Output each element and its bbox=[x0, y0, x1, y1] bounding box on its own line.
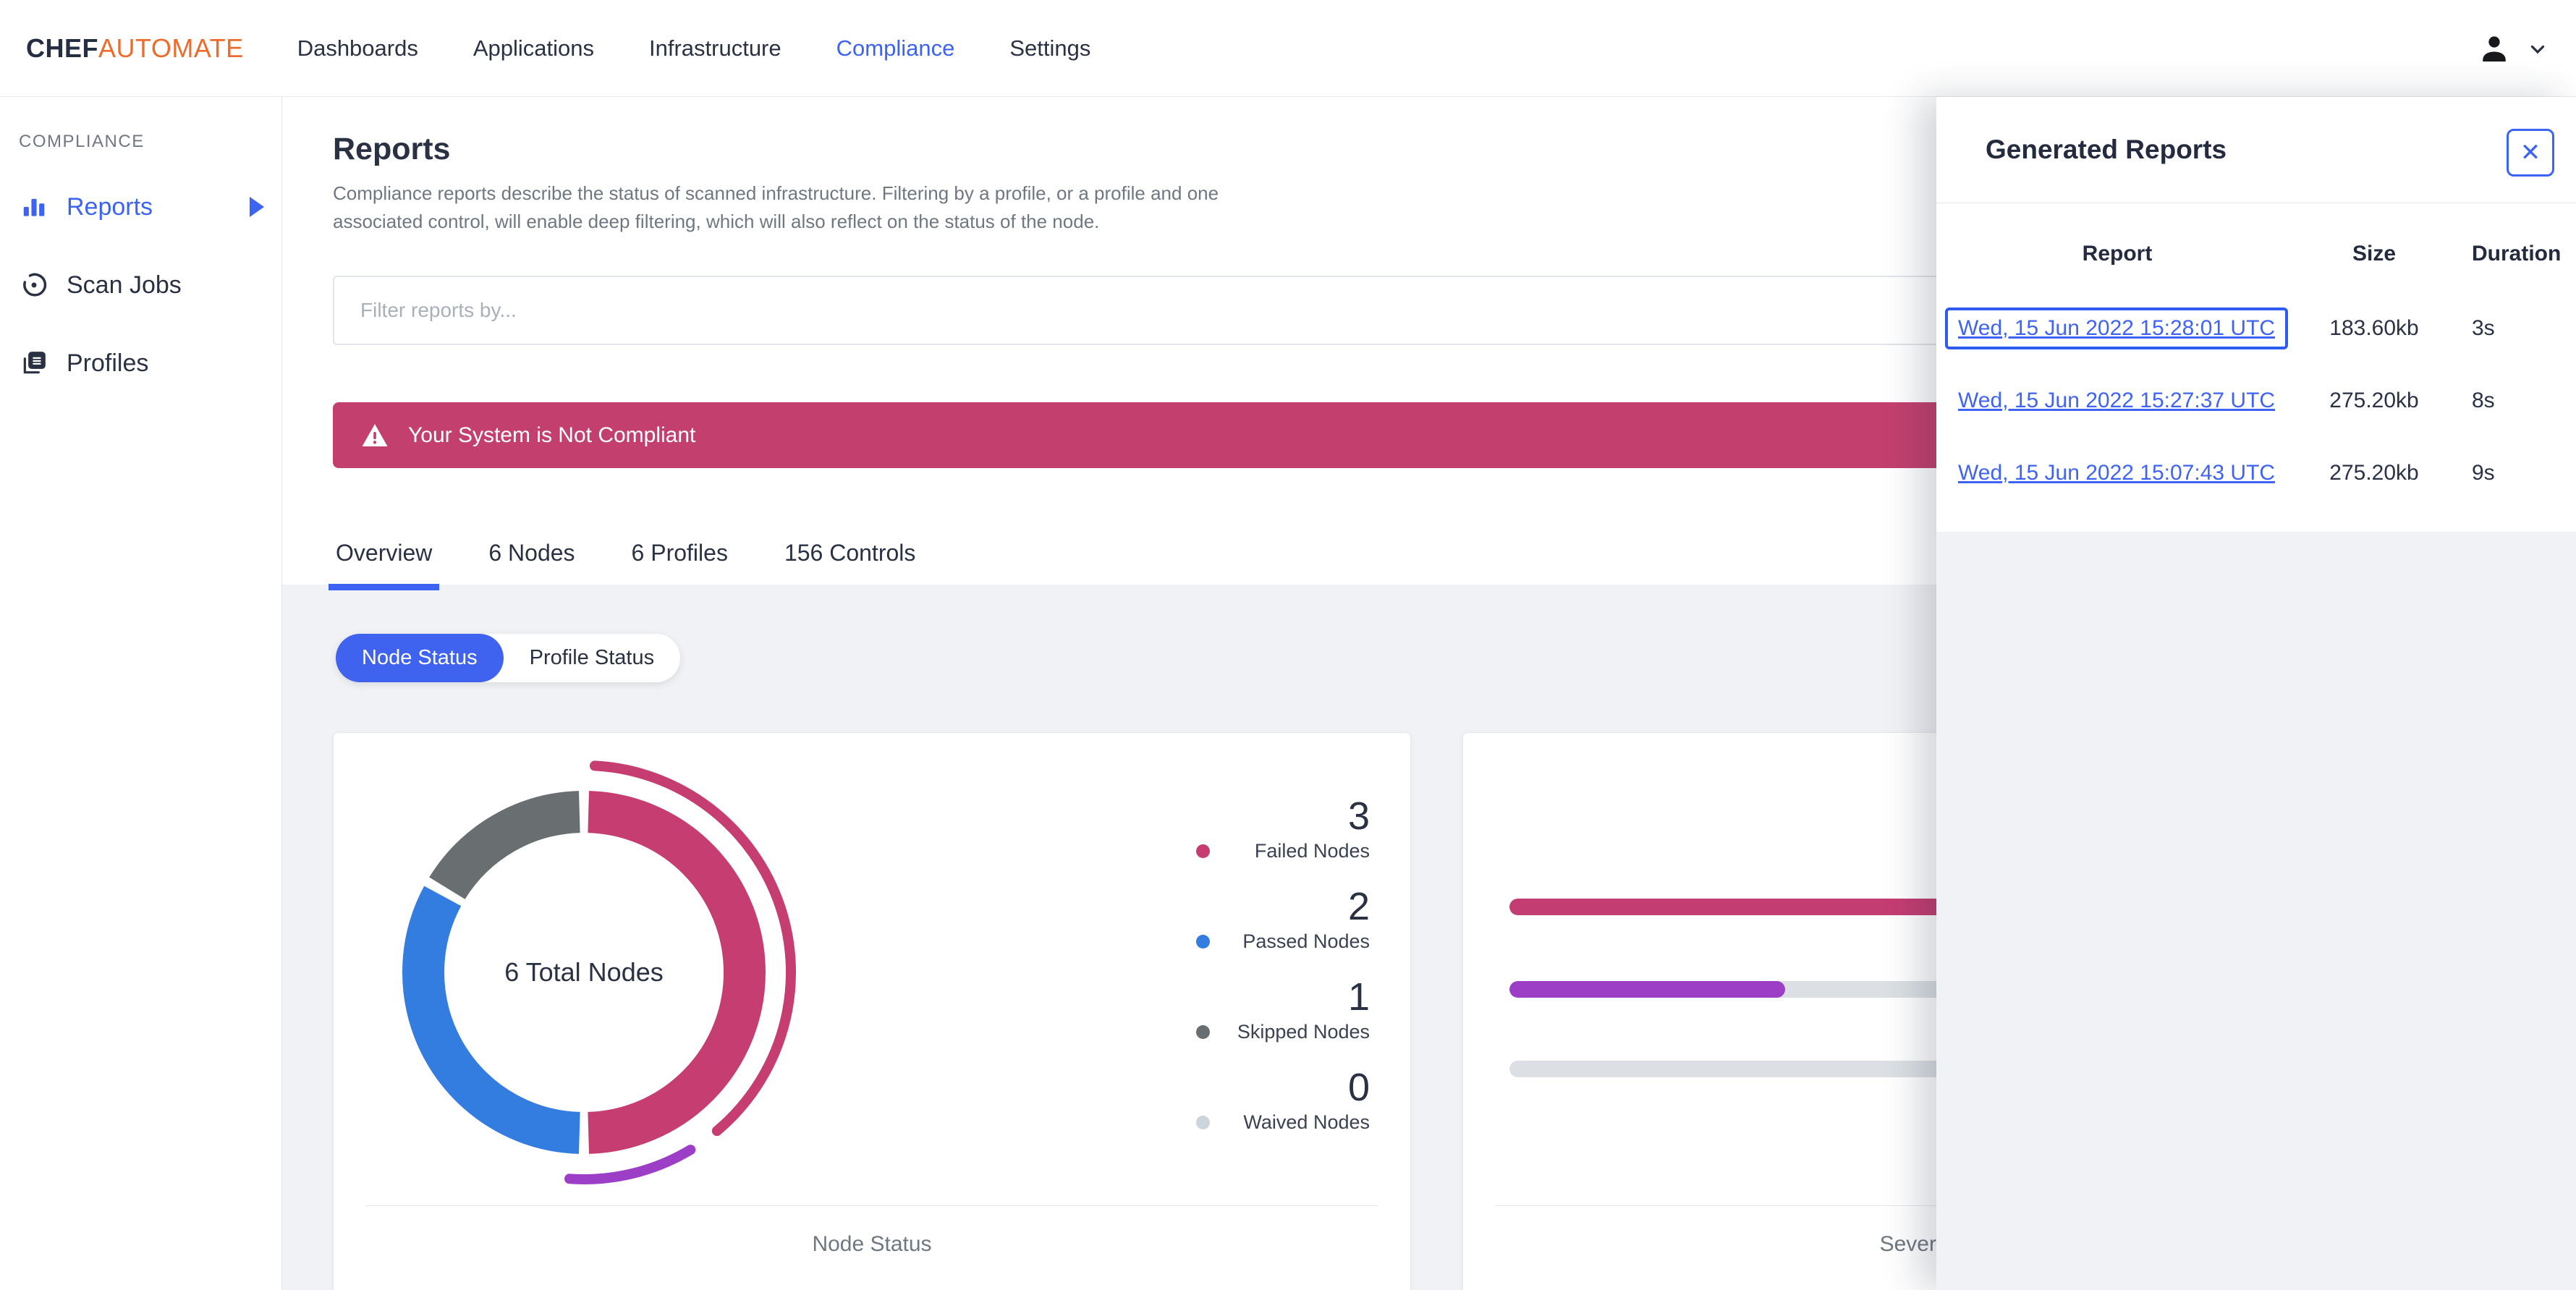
node-status-card: 6 Total Nodes 3 Failed Nodes 2 Passed No… bbox=[333, 732, 1411, 1290]
nav-item-settings[interactable]: Settings bbox=[1009, 35, 1090, 61]
report-duration: 8s bbox=[2472, 389, 2495, 412]
legend-label: Skipped Nodes bbox=[1237, 1021, 1370, 1043]
documents-stack-icon bbox=[20, 349, 48, 377]
nav-item-infrastructure[interactable]: Infrastructure bbox=[649, 35, 781, 61]
skipped-dot-icon bbox=[1196, 1025, 1210, 1039]
chevron-right-icon bbox=[250, 197, 264, 217]
scanner-target-icon bbox=[20, 271, 48, 299]
legend-entry-passed: 2 Passed Nodes bbox=[1195, 886, 1370, 954]
column-header-duration: Duration bbox=[2472, 242, 2562, 266]
report-size: 275.20kb bbox=[2329, 461, 2419, 485]
user-menu[interactable] bbox=[2475, 0, 2549, 97]
nav-item-dashboards[interactable]: Dashboards bbox=[297, 35, 418, 61]
waived-nodes-count: 0 bbox=[1347, 1066, 1370, 1109]
chevron-down-icon[interactable] bbox=[2527, 38, 2549, 59]
legend-entry-skipped: 1 Skipped Nodes bbox=[1195, 976, 1370, 1044]
tab-overview[interactable]: Overview bbox=[328, 531, 440, 590]
table-row: Wed, 15 Jun 2022 15:28:01 UTC 183.60kb 3… bbox=[1936, 292, 2576, 365]
legend-entry-failed: 3 Failed Nodes bbox=[1195, 795, 1370, 863]
sidebar-item-reports[interactable]: Reports bbox=[0, 184, 281, 230]
chef-automate-logo[interactable]: CHEFAUTOMATE bbox=[26, 33, 244, 64]
page-description: Compliance reports describe the status o… bbox=[333, 182, 1219, 232]
report-tabs: Overview 6 Nodes 6 Profiles 156 Controls bbox=[328, 531, 918, 590]
page-title: Reports bbox=[333, 132, 451, 166]
bar-chart-icon bbox=[20, 193, 48, 221]
generated-reports-panel: Generated Reports ✕ Report Size Duration… bbox=[1936, 97, 2576, 1290]
warning-triangle-icon bbox=[360, 421, 389, 450]
legend-label: Waived Nodes bbox=[1243, 1111, 1370, 1133]
waived-dot-icon bbox=[1196, 1116, 1210, 1129]
sidebar-section-label: COMPLIANCE bbox=[19, 132, 145, 151]
node-status-caption: Node Status bbox=[812, 1232, 932, 1256]
reports-table-body: Wed, 15 Jun 2022 15:28:01 UTC 183.60kb 3… bbox=[1936, 292, 2576, 509]
sidebar-item-label: Scan Jobs bbox=[67, 271, 182, 299]
sidebar-item-label: Profiles bbox=[67, 349, 149, 377]
failed-dot-icon bbox=[1196, 844, 1210, 858]
node-status-toggle-button[interactable]: Node Status bbox=[336, 634, 504, 682]
profile-status-toggle-button[interactable]: Profile Status bbox=[504, 634, 680, 682]
legend-label: Passed Nodes bbox=[1242, 930, 1370, 952]
donut-center-label: 6 Total Nodes bbox=[504, 957, 664, 987]
sidebar-item-label: Reports bbox=[67, 192, 153, 221]
skipped-nodes-count: 1 bbox=[1347, 975, 1370, 1019]
passed-nodes-count: 2 bbox=[1347, 885, 1370, 928]
node-status-donut-chart: 6 Total Nodes bbox=[367, 755, 801, 1189]
nav-item-applications[interactable]: Applications bbox=[473, 35, 594, 61]
legend-label: Failed Nodes bbox=[1254, 840, 1370, 862]
status-toggle: Node Status Profile Status bbox=[336, 634, 681, 682]
nav-item-compliance[interactable]: Compliance bbox=[836, 35, 955, 61]
tab-nodes[interactable]: 6 Nodes bbox=[486, 531, 577, 585]
legend-entry-waived: 0 Waived Nodes bbox=[1195, 1066, 1370, 1134]
column-header-size: Size bbox=[2352, 242, 2397, 266]
tab-profiles[interactable]: 6 Profiles bbox=[629, 531, 731, 585]
tab-controls[interactable]: 156 Controls bbox=[781, 531, 918, 585]
logo-automate: AUTOMATE bbox=[98, 33, 244, 63]
user-avatar-icon[interactable] bbox=[2475, 29, 2514, 68]
main-nav: Dashboards Applications Infrastructure C… bbox=[297, 35, 1091, 61]
report-size: 183.60kb bbox=[2329, 316, 2419, 340]
report-size: 275.20kb bbox=[2329, 389, 2419, 412]
sidebar-item-profiles[interactable]: Profiles bbox=[0, 340, 281, 386]
card-divider bbox=[366, 1205, 1378, 1206]
report-link[interactable]: Wed, 15 Jun 2022 15:07:43 UTC bbox=[1958, 461, 2275, 485]
column-header-report: Report bbox=[2082, 242, 2153, 266]
top-nav: CHEFAUTOMATE Dashboards Applications Inf… bbox=[0, 0, 2576, 97]
failed-nodes-count: 3 bbox=[1347, 794, 1370, 838]
sidebar-item-scan-jobs[interactable]: Scan Jobs bbox=[0, 262, 281, 308]
sidebar: COMPLIANCE Reports Scan Jobs Profiles bbox=[0, 97, 282, 1290]
banner-text: Your System is Not Compliant bbox=[408, 423, 696, 447]
logo-chef: CHEF bbox=[26, 33, 98, 63]
table-row: Wed, 15 Jun 2022 15:07:43 UTC 275.20kb 9… bbox=[1936, 437, 2576, 509]
reports-table-header: Report Size Duration bbox=[1936, 238, 2576, 270]
panel-title: Generated Reports bbox=[1986, 135, 2227, 164]
close-panel-button[interactable]: ✕ bbox=[2507, 129, 2554, 177]
table-row: Wed, 15 Jun 2022 15:27:37 UTC 275.20kb 8… bbox=[1936, 365, 2576, 437]
report-link[interactable]: Wed, 15 Jun 2022 15:28:01 UTC bbox=[1945, 307, 2289, 349]
report-duration: 9s bbox=[2472, 461, 2495, 485]
passed-dot-icon bbox=[1196, 935, 1210, 949]
donut-legend: 3 Failed Nodes 2 Passed Nodes 1 Skipped … bbox=[1195, 795, 1370, 1157]
report-link[interactable]: Wed, 15 Jun 2022 15:27:37 UTC bbox=[1958, 389, 2275, 412]
report-duration: 3s bbox=[2472, 316, 2495, 340]
close-icon: ✕ bbox=[2520, 139, 2541, 166]
